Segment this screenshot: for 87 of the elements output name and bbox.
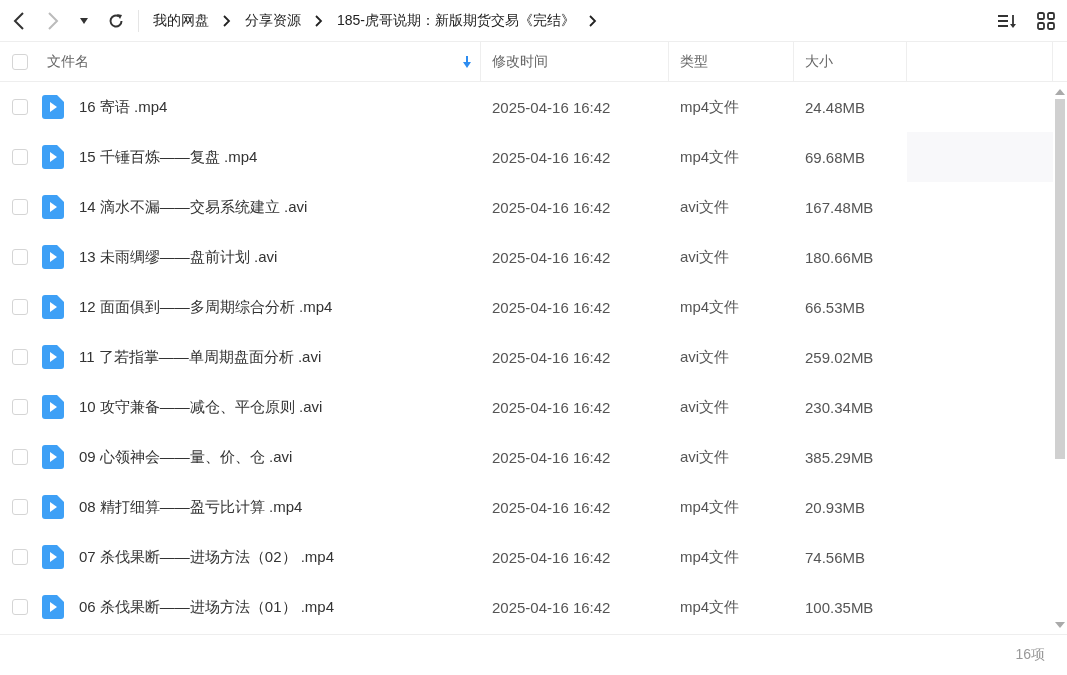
table-cell: 20.93MB: [805, 498, 866, 516]
row-checkbox[interactable]: [12, 549, 28, 565]
chevron-icon: [223, 14, 231, 27]
video-file-icon: [42, 495, 64, 519]
row-checkbox[interactable]: [12, 149, 28, 165]
video-file-icon: [42, 145, 64, 169]
table-cell: mp4文件: [680, 547, 740, 567]
row-checkbox[interactable]: [12, 499, 28, 515]
row-checkbox[interactable]: [12, 349, 28, 365]
video-file-icon: [42, 245, 64, 269]
table-cell: mp4文件: [680, 297, 740, 317]
row-checkbox[interactable]: [12, 449, 28, 465]
table-cell: 100.35MB: [805, 598, 874, 616]
table-cell: 259.02MB: [805, 348, 874, 366]
table-cell: 2025-04-16 16:42: [492, 348, 611, 366]
select-all-checkbox[interactable]: [12, 53, 28, 70]
row-checkbox[interactable]: [12, 199, 28, 215]
breadcrumb-item[interactable]: 我的网盘: [153, 11, 209, 30]
table-cell: mp4文件: [680, 597, 740, 617]
video-file-icon: [42, 445, 64, 469]
chevron-icon: [589, 14, 598, 27]
table-cell: avi文件: [680, 197, 730, 217]
table-cell: 2025-04-16 16:42: [492, 548, 611, 566]
row-checkbox[interactable]: [12, 249, 28, 265]
table-cell: 2025-04-16 16:42: [492, 498, 611, 516]
video-file-icon: [42, 395, 64, 419]
row-checkbox[interactable]: [12, 299, 28, 315]
breadcrumb-item[interactable]: 分享资源: [245, 11, 301, 30]
file-name[interactable]: 16 寄语 .mp4: [79, 97, 168, 117]
table-cell: avi文件: [680, 347, 730, 367]
table-cell: 2025-04-16 16:42: [492, 448, 611, 466]
scroll-up-icon[interactable]: [1055, 89, 1065, 95]
column-header[interactable]: 文件名: [40, 42, 481, 81]
scroll-down-icon[interactable]: [1055, 622, 1065, 628]
table-cell: 2025-04-16 16:42: [492, 248, 611, 266]
grid-view-icon[interactable]: [1037, 11, 1055, 30]
table-cell: 74.56MB: [805, 548, 866, 566]
row-checkbox[interactable]: [12, 99, 28, 115]
table-cell: avi文件: [680, 447, 730, 467]
table-cell: mp4文件: [680, 147, 740, 167]
file-name[interactable]: 06 杀伐果断——进场方法（01） .mp4: [79, 597, 335, 617]
chevron-icon: [315, 14, 323, 27]
table-cell: 2025-04-16 16:42: [492, 598, 611, 616]
file-name[interactable]: 08 精打细算——盈亏比计算 .mp4: [79, 497, 303, 517]
dropdown-icon[interactable]: [80, 17, 88, 24]
row-checkbox[interactable]: [12, 599, 28, 615]
column-header[interactable]: 大小: [794, 42, 907, 81]
table-cell: avi文件: [680, 397, 730, 417]
table-cell: 2025-04-16 16:42: [492, 148, 611, 166]
table-cell: 2025-04-16 16:42: [492, 198, 611, 216]
table-cell: 69.68MB: [805, 148, 866, 166]
video-file-icon: [42, 95, 64, 119]
video-file-icon: [42, 545, 64, 569]
row-checkbox[interactable]: [12, 399, 28, 415]
table-cell: 180.66MB: [805, 248, 874, 266]
breadcrumb-item[interactable]: 185-虎哥说期：新版期货交易《完结》: [337, 11, 576, 30]
table-cell: avi文件: [680, 247, 730, 267]
file-name[interactable]: 11 了若指掌——单周期盘面分析 .avi: [79, 347, 322, 367]
video-file-icon: [42, 345, 64, 369]
column-header[interactable]: 类型: [669, 42, 794, 81]
forward-icon[interactable]: [46, 10, 60, 31]
table-cell: 230.34MB: [805, 398, 874, 416]
back-icon[interactable]: [12, 10, 26, 31]
table-cell: 385.29MB: [805, 448, 874, 466]
file-name[interactable]: 15 千锤百炼——复盘 .mp4: [79, 147, 258, 167]
file-name[interactable]: 12 面面俱到——多周期综合分析 .mp4: [79, 297, 333, 317]
video-file-icon: [42, 595, 64, 619]
file-name[interactable]: 07 杀伐果断——进场方法（02） .mp4: [79, 547, 335, 567]
refresh-icon[interactable]: [108, 12, 124, 29]
table-cell: 24.48MB: [805, 98, 866, 116]
column-header[interactable]: 修改时间: [481, 42, 669, 81]
table-cell: mp4文件: [680, 497, 740, 517]
table-cell: 2025-04-16 16:42: [492, 98, 611, 116]
sort-icon[interactable]: [997, 12, 1017, 29]
item-count: 16项: [1015, 646, 1045, 664]
table-cell: mp4文件: [680, 97, 740, 117]
table-cell: 2025-04-16 16:42: [492, 398, 611, 416]
video-file-icon: [42, 295, 64, 319]
table-cell: 167.48MB: [805, 198, 874, 216]
table-cell: 66.53MB: [805, 298, 866, 316]
file-name[interactable]: 14 滴水不漏——交易系统建立 .avi: [79, 197, 308, 217]
table-cell: 2025-04-16 16:42: [492, 298, 611, 316]
video-file-icon: [42, 195, 64, 219]
file-name[interactable]: 10 攻守兼备——减仓、平仓原则 .avi: [79, 397, 323, 417]
file-name[interactable]: 09 心领神会——量、价、仓 .avi: [79, 447, 293, 467]
sort-arrow-icon: [462, 55, 472, 68]
file-name[interactable]: 13 未雨绸缪——盘前计划 .avi: [79, 247, 278, 267]
